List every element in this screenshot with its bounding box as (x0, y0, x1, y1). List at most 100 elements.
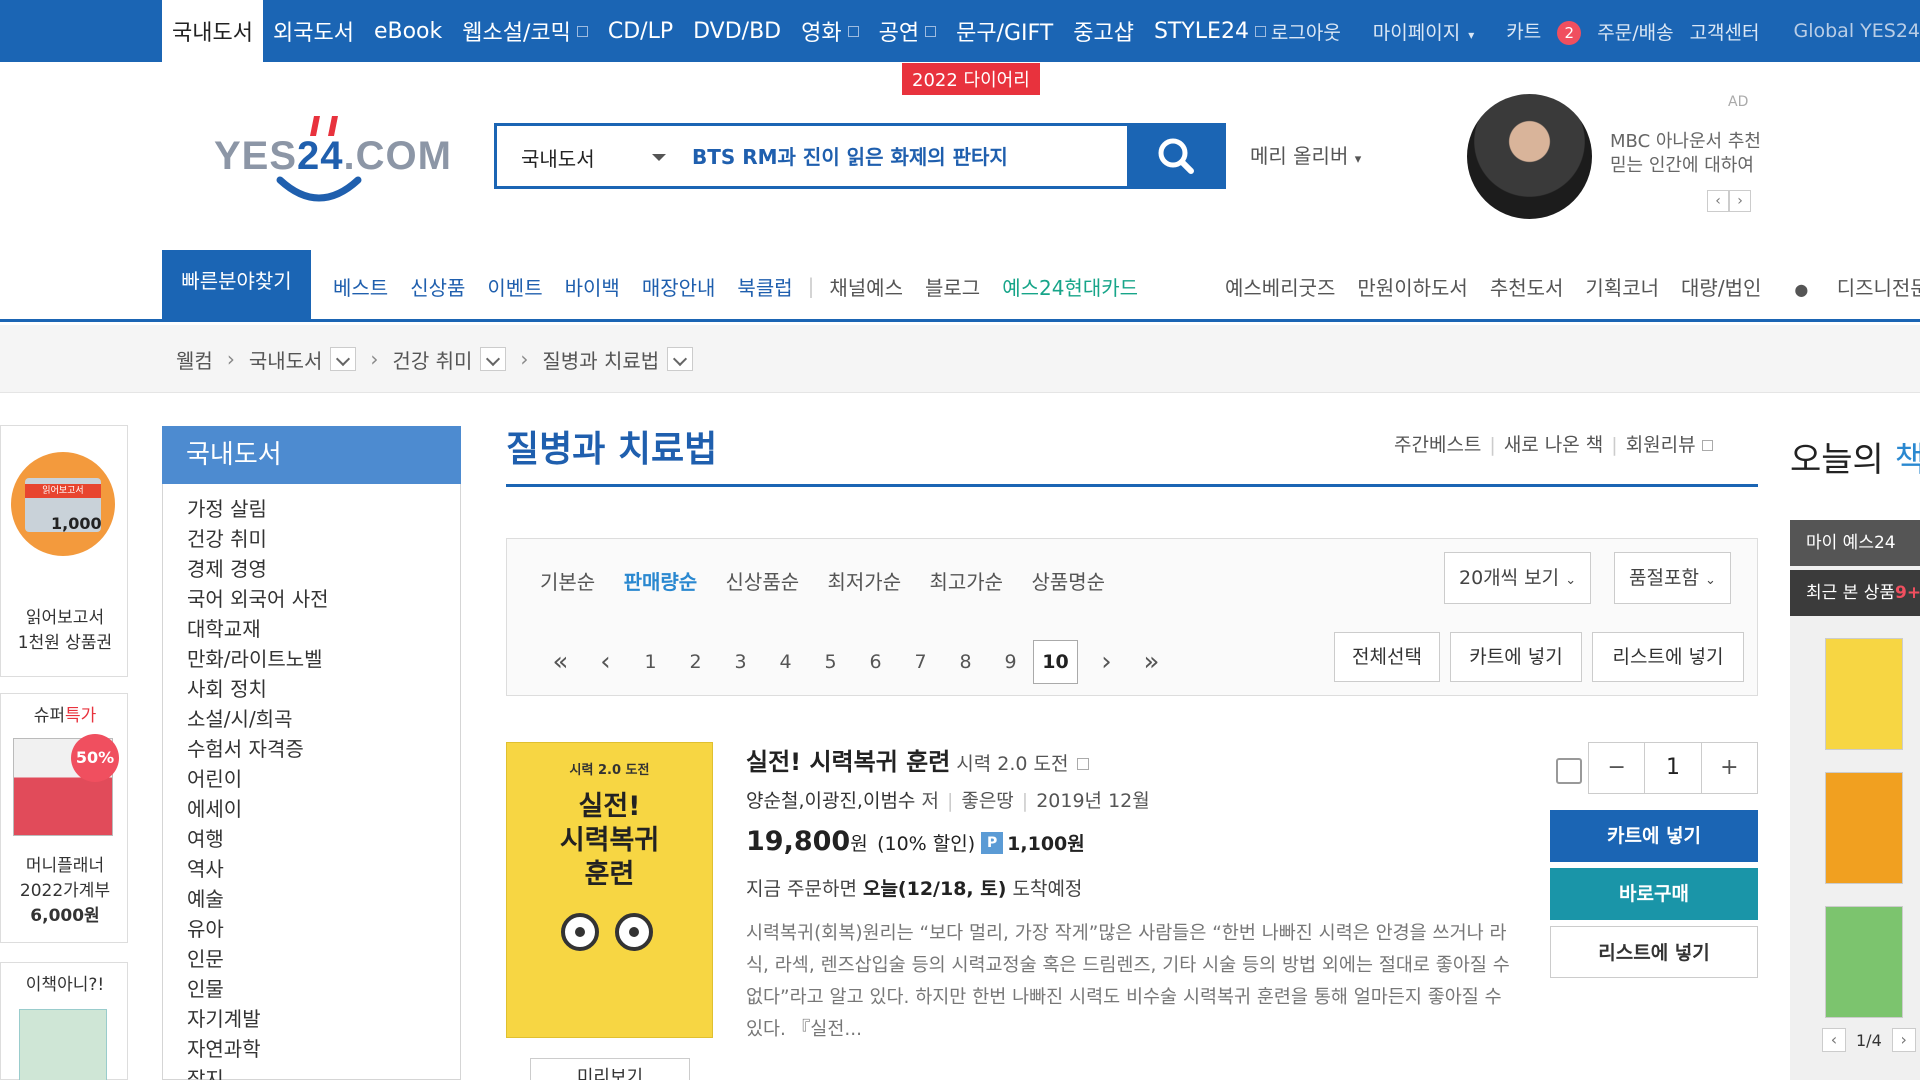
nav-recommended[interactable]: 추천도서 (1490, 272, 1564, 301)
search-button[interactable] (1127, 123, 1226, 189)
next-page-button[interactable]: › (1084, 647, 1129, 677)
category-item[interactable]: 만화/라이트노벨 (187, 644, 329, 674)
category-item[interactable]: 수험서 자격증 (187, 734, 329, 764)
category-item[interactable]: 가정 살림 (187, 494, 329, 524)
ad-photo[interactable] (1467, 94, 1592, 219)
recent-book-1[interactable] (1825, 638, 1903, 750)
nav-store[interactable]: 매장안내 (642, 272, 716, 301)
category-item[interactable]: 역사 (187, 854, 329, 884)
category-item[interactable]: 대학교재 (187, 614, 329, 644)
nav-bookclub[interactable]: 북클럽 (737, 272, 792, 301)
per-page-select[interactable]: 20개씩 보기 ⌄ (1444, 552, 1592, 604)
search-category-select[interactable]: 국내도서 (521, 143, 595, 172)
topnav-movie[interactable]: 영화 (791, 0, 868, 62)
topnav-performance[interactable]: 공연 (869, 0, 946, 62)
page-9[interactable]: 9 (988, 651, 1033, 673)
breadcrumb-hobby[interactable]: 건강 취미 (392, 345, 472, 374)
product-authors[interactable]: 양순철,이광진,이범수 (746, 790, 915, 812)
sort-lowest-price[interactable]: 최저가순 (828, 570, 902, 594)
recent-next-button[interactable]: › (1891, 1028, 1916, 1052)
recent-prev-button[interactable]: ‹ (1822, 1028, 1846, 1052)
bulk-add-cart-button[interactable]: 카트에 넣기 (1450, 632, 1582, 682)
left-banner-super-deal[interactable]: 슈퍼특가 50% 머니플래너 2022가계부 6,000원 (0, 693, 128, 943)
qty-minus-button[interactable]: − (1589, 743, 1644, 793)
sort-sales[interactable]: 판매량순 (624, 570, 698, 594)
category-header[interactable]: 국내도서 (162, 426, 461, 484)
sort-highest-price[interactable]: 최고가순 (929, 570, 1003, 594)
topnav-domestic-books[interactable]: 국내도서 (162, 0, 263, 62)
add-to-list-button[interactable]: 리스트에 넣기 (1550, 926, 1758, 978)
page-1[interactable]: 1 (628, 651, 673, 673)
category-item[interactable]: 인물 (187, 974, 329, 1004)
first-page-button[interactable]: « (538, 647, 583, 677)
recent-book-3[interactable] (1825, 906, 1903, 1018)
preview-button[interactable]: 미리보기 (530, 1058, 690, 1080)
yes24-logo[interactable]: YES24.COM (214, 110, 454, 202)
topnav-dvd-bd[interactable]: DVD/BD (683, 0, 791, 62)
category-item[interactable]: 에세이 (187, 794, 329, 824)
buy-now-button[interactable]: 바로구매 (1550, 868, 1758, 920)
category-item[interactable]: 인문 (187, 944, 329, 974)
category-item[interactable]: 예술 (187, 884, 329, 914)
topnav-gift[interactable]: 문구/GIFT (946, 0, 1063, 62)
recent-book-2[interactable] (1825, 772, 1903, 884)
sort-newest[interactable]: 신상품순 (726, 570, 800, 594)
category-item[interactable]: 자기계발 (187, 1004, 329, 1034)
tab-new-books[interactable]: 새로 나온 책 (1504, 434, 1603, 456)
nav-best[interactable]: 베스트 (333, 272, 388, 301)
search-input[interactable] (692, 143, 1072, 167)
breadcrumb-dropdown-button[interactable] (667, 347, 694, 371)
tab-member-review[interactable]: 회원리뷰 (1626, 434, 1696, 456)
select-all-button[interactable]: 전체선택 (1334, 632, 1440, 682)
product-title[interactable]: 실전! 시력복귀 훈련 시력 2.0 도전 (746, 742, 1089, 777)
order-link[interactable]: 주문/배송 (1597, 18, 1673, 45)
category-item[interactable]: 여행 (187, 824, 329, 854)
breadcrumb-dropdown-button[interactable] (330, 347, 357, 371)
left-banner-gift-card[interactable]: 읽어보고서 1,000 읽어보고서 1천원 상품권 (0, 425, 128, 677)
category-item[interactable]: 사회 정치 (187, 674, 329, 704)
page-8[interactable]: 8 (943, 651, 988, 673)
ad-next-button[interactable]: › (1729, 190, 1751, 212)
sort-default[interactable]: 기본순 (540, 570, 595, 594)
breadcrumb-dropdown-button[interactable] (480, 347, 507, 371)
mypage-link[interactable]: 마이페이지 ▾ (1357, 18, 1474, 45)
quick-category-button[interactable]: 빠른분야찾기 (162, 250, 311, 322)
prev-page-button[interactable]: ‹ (583, 647, 628, 677)
nav-buyback[interactable]: 바이백 (565, 272, 620, 301)
cart-link[interactable]: 카트 2 (1490, 17, 1582, 45)
my-yes24-link[interactable]: 마이 예스24 (1790, 520, 1920, 566)
category-item[interactable]: 잡지 (187, 1064, 329, 1080)
nav-goods[interactable]: 예스베리굿즈 (1225, 272, 1335, 301)
category-item[interactable]: 경제 경영 (187, 554, 329, 584)
ad-prev-button[interactable]: ‹ (1707, 190, 1729, 212)
category-item[interactable]: 소설/시/희곡 (187, 704, 329, 734)
nav-event[interactable]: 이벤트 (487, 272, 542, 301)
page-current[interactable]: 10 (1033, 640, 1078, 684)
product-publisher[interactable]: 좋은땅 (961, 790, 1013, 812)
topnav-webnovel[interactable]: 웹소설/코믹 (452, 0, 598, 62)
breadcrumb-domestic[interactable]: 국내도서 (249, 345, 323, 374)
soldout-select[interactable]: 품절포함 ⌄ (1614, 552, 1731, 604)
nav-special-corner[interactable]: 기획코너 (1585, 272, 1659, 301)
tab-weekly-best[interactable]: 주간베스트 (1394, 434, 1481, 456)
category-item[interactable]: 유아 (187, 914, 329, 944)
topnav-cd-lp[interactable]: CD/LP (598, 0, 683, 62)
nav-bulk[interactable]: 대량/법인 (1681, 272, 1761, 301)
category-item[interactable]: 국어 외국어 사전 (187, 584, 329, 614)
nav-channel-yes[interactable]: 채널예스 (829, 272, 903, 301)
nav-hyundai-card[interactable]: 예스24현대카드 (1002, 272, 1138, 301)
page-3[interactable]: 3 (718, 651, 763, 673)
category-item[interactable]: 자연과학 (187, 1034, 329, 1064)
topnav-ebook[interactable]: eBook (364, 0, 452, 62)
nav-under-10000[interactable]: 만원이하도서 (1357, 272, 1467, 301)
breadcrumb-disease[interactable]: 질병과 치료법 (542, 345, 659, 374)
sort-name[interactable]: 상품명순 (1031, 570, 1105, 594)
page-7[interactable]: 7 (898, 651, 943, 673)
book-cover[interactable]: 시력 2.0 도전 실전! 시력복귀 훈련 (506, 742, 713, 1038)
left-banner-book[interactable]: 이책아니?! (0, 962, 128, 1080)
add-to-cart-button[interactable]: 카트에 넣기 (1550, 810, 1758, 862)
last-page-button[interactable]: » (1129, 647, 1174, 677)
page-6[interactable]: 6 (853, 651, 898, 673)
qty-plus-button[interactable]: + (1702, 743, 1757, 793)
help-link[interactable]: 고객센터 (1690, 18, 1760, 45)
